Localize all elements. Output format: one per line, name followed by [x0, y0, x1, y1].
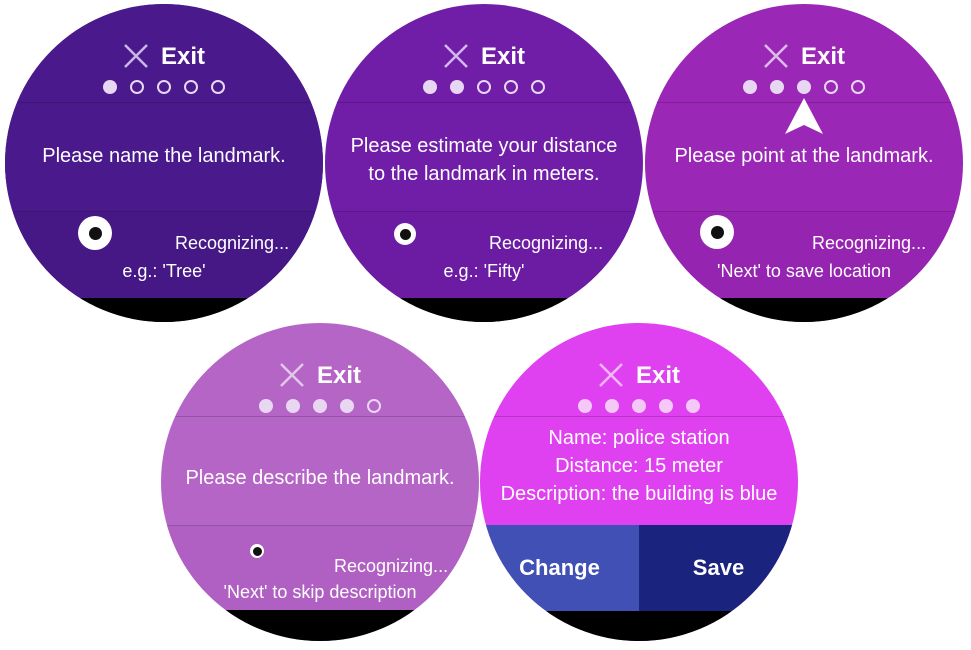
mic-indicator-icon: [88, 226, 102, 240]
close-icon: [444, 44, 468, 68]
close-icon: [764, 44, 788, 68]
progress-dot: [686, 399, 700, 413]
progress-dot: [103, 80, 117, 94]
prompt-text: Please point at the landmark.: [674, 145, 934, 167]
watch-screen-summary: Exit Name: police station Distance: 15 m…: [480, 323, 798, 641]
progress-dot: [632, 399, 646, 413]
watch-screen-name: Exit Please name the landmark. Recognizi…: [5, 4, 323, 322]
close-icon: [280, 363, 304, 387]
progress-dot: [743, 80, 757, 94]
navigation-arrow-icon: [785, 98, 823, 134]
recognizing-status: Recognizing...: [812, 233, 927, 253]
exit-button[interactable]: Exit: [161, 360, 479, 392]
progress-dot: [157, 80, 171, 94]
mic-indicator-icon: [252, 546, 262, 556]
exit-label: Exit: [635, 362, 680, 389]
change-button[interactable]: Change: [480, 525, 639, 611]
mic-button[interactable]: [78, 216, 112, 250]
progress-dot: [605, 399, 619, 413]
progress-dot: [259, 399, 273, 413]
progress-dots: [5, 80, 323, 94]
progress-dot: [797, 80, 811, 94]
exit-label: Exit: [316, 362, 361, 389]
exit-label: Exit: [480, 43, 525, 70]
progress-dot: [770, 80, 784, 94]
progress-dot: [659, 399, 673, 413]
progress-dot: [184, 80, 198, 94]
close-icon: [599, 363, 623, 387]
watch-screen-distance: Exit Please estimate your distance to th…: [325, 4, 643, 322]
progress-dot: [423, 80, 437, 94]
prompt-text: Please estimate your distance to the lan…: [350, 135, 618, 185]
progress-dot: [130, 80, 144, 94]
progress-dot: [851, 80, 865, 94]
watch-screen-point: Exit Please point at the landmark. Recog…: [645, 4, 963, 322]
exit-button[interactable]: Exit: [325, 41, 643, 73]
recognizing-status: Recognizing...: [334, 556, 449, 576]
mic-indicator-icon: [399, 228, 411, 240]
progress-dot: [504, 80, 518, 94]
progress-dot: [286, 399, 300, 413]
exit-button[interactable]: Exit: [5, 41, 323, 73]
recognizing-status: Recognizing...: [489, 233, 604, 253]
progress-dot: [477, 80, 491, 94]
progress-dot: [578, 399, 592, 413]
prompt-text: Please describe the landmark.: [185, 467, 455, 489]
hint-text: 'Next' to save location: [717, 261, 891, 281]
progress-dot: [340, 399, 354, 413]
progress-dot: [313, 399, 327, 413]
summary-distance: Distance: 15 meter: [555, 455, 723, 477]
exit-label: Exit: [160, 43, 205, 70]
exit-label: Exit: [800, 43, 845, 70]
hint-text: 'Next' to skip description: [223, 582, 417, 602]
progress-dots: [480, 399, 798, 413]
summary-description: Description: the building is blue: [500, 483, 778, 505]
mic-button[interactable]: [250, 544, 264, 558]
exit-button[interactable]: Exit: [645, 41, 963, 73]
progress-dot: [450, 80, 464, 94]
recognizing-status: Recognizing...: [175, 233, 290, 253]
progress-dot: [211, 80, 225, 94]
progress-dot: [824, 80, 838, 94]
close-icon: [124, 44, 148, 68]
save-button[interactable]: Save: [639, 525, 798, 611]
progress-dot: [367, 399, 381, 413]
hint-text: e.g.: 'Tree': [122, 261, 206, 281]
summary-name: Name: police station: [548, 427, 730, 449]
prompt-text: Please name the landmark.: [42, 145, 286, 167]
mic-button[interactable]: [394, 223, 416, 245]
progress-dots: [645, 80, 963, 94]
watch-screen-describe: Exit Please describe the landmark. Recog…: [161, 323, 479, 641]
progress-dot: [531, 80, 545, 94]
exit-button[interactable]: Exit: [480, 360, 798, 392]
mic-indicator-icon: [710, 225, 724, 239]
progress-dots: [325, 80, 643, 94]
progress-dots: [161, 399, 479, 413]
hint-text: e.g.: 'Fifty': [443, 261, 525, 281]
mic-button[interactable]: [700, 215, 734, 249]
